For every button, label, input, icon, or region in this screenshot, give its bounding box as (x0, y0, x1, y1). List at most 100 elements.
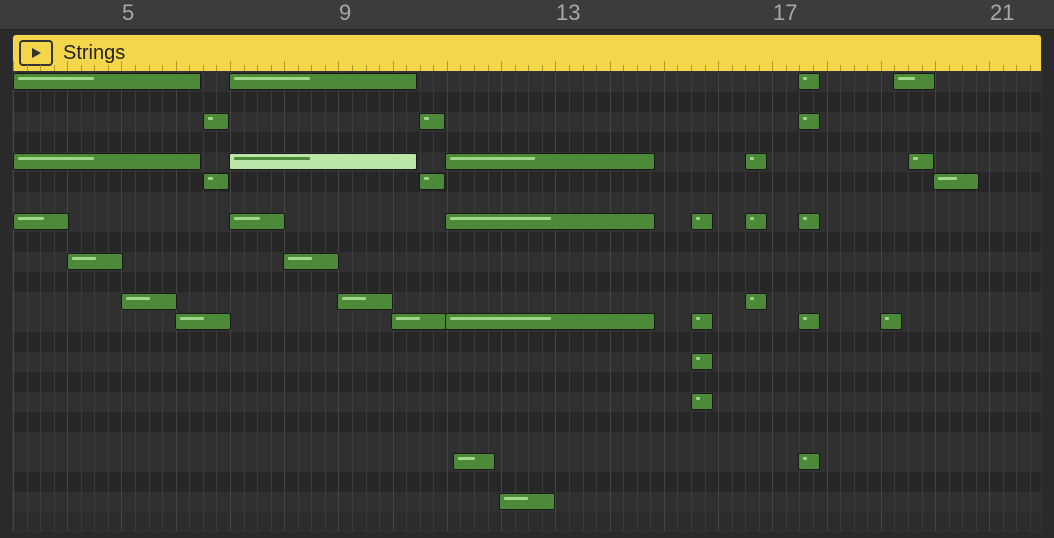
note-velocity-bar (208, 177, 213, 180)
midi-note[interactable] (175, 313, 231, 330)
note-velocity-bar (696, 217, 700, 220)
beat-line (54, 72, 55, 531)
midi-note[interactable] (691, 313, 713, 330)
bar-line (718, 72, 719, 531)
note-velocity-bar (450, 157, 535, 160)
midi-note[interactable] (229, 153, 417, 170)
midi-note[interactable] (908, 153, 934, 170)
piano-roll-row (13, 192, 1041, 212)
beat-line (962, 72, 963, 531)
beat-line (786, 72, 787, 531)
beat-line (271, 72, 272, 531)
bar-line (284, 72, 285, 531)
midi-note[interactable] (67, 253, 123, 270)
beat-line (433, 72, 434, 531)
midi-note[interactable] (745, 293, 767, 310)
midi-note[interactable] (121, 293, 177, 310)
midi-note[interactable] (798, 73, 820, 90)
piano-roll-row (13, 332, 1041, 352)
beat-line (298, 72, 299, 531)
beat-line (949, 72, 950, 531)
midi-note[interactable] (445, 213, 655, 230)
piano-roll-row (13, 272, 1041, 292)
midi-note[interactable] (283, 253, 339, 270)
midi-note[interactable] (13, 213, 69, 230)
midi-note[interactable] (880, 313, 902, 330)
note-velocity-bar (234, 217, 260, 220)
midi-note[interactable] (798, 113, 820, 130)
note-velocity-bar (342, 297, 366, 300)
piano-roll-row (13, 392, 1041, 412)
bar-number: 9 (339, 0, 351, 26)
note-velocity-bar (750, 297, 754, 300)
clip-subdivision-ticks (13, 61, 1041, 71)
note-velocity-bar (126, 297, 150, 300)
note-velocity-bar (803, 117, 807, 120)
note-velocity-bar (18, 217, 44, 220)
beat-line (528, 72, 529, 531)
bar-line (664, 72, 665, 531)
beat-line (677, 72, 678, 531)
midi-note[interactable] (391, 313, 447, 330)
midi-note[interactable] (745, 153, 767, 170)
midi-note[interactable] (798, 213, 820, 230)
midi-note[interactable] (419, 113, 445, 130)
midi-note[interactable] (445, 153, 655, 170)
beat-line (515, 72, 516, 531)
beat-line (257, 72, 258, 531)
midi-note[interactable] (499, 493, 555, 510)
beat-line (311, 72, 312, 531)
midi-note[interactable] (745, 213, 767, 230)
midi-note[interactable] (229, 213, 285, 230)
piano-roll-row (13, 432, 1041, 452)
note-velocity-bar (750, 217, 754, 220)
beat-line (732, 72, 733, 531)
midi-note[interactable] (933, 173, 979, 190)
note-velocity-bar (288, 257, 312, 260)
piano-roll-row (13, 232, 1041, 252)
bar-line (13, 72, 14, 531)
timeline-ruler[interactable]: 5 9 13 17 21 (0, 0, 1054, 30)
midi-note[interactable] (203, 173, 229, 190)
piano-roll-row (13, 92, 1041, 112)
midi-note[interactable] (691, 213, 713, 230)
note-velocity-bar (424, 117, 429, 120)
midi-note[interactable] (13, 73, 201, 90)
clip-header[interactable]: Strings (12, 34, 1042, 72)
midi-note[interactable] (798, 313, 820, 330)
piano-roll-row (13, 252, 1041, 272)
piano-roll-row (13, 412, 1041, 432)
midi-note[interactable] (453, 453, 495, 470)
note-velocity-bar (696, 357, 700, 360)
bar-line (230, 72, 231, 531)
beat-line (840, 72, 841, 531)
note-velocity-bar (803, 77, 807, 80)
piano-roll-row (13, 352, 1041, 372)
beat-line (420, 72, 421, 531)
note-velocity-bar (938, 177, 957, 180)
beat-line (705, 72, 706, 531)
beat-line (596, 72, 597, 531)
note-velocity-bar (180, 317, 204, 320)
midi-note[interactable] (691, 393, 713, 410)
beat-line (203, 72, 204, 531)
piano-roll[interactable] (12, 72, 1042, 532)
piano-roll-row (13, 112, 1041, 132)
beat-line (1003, 72, 1004, 531)
bar-number: 13 (556, 0, 580, 26)
bar-number: 5 (122, 0, 134, 26)
beat-line (569, 72, 570, 531)
midi-note[interactable] (203, 113, 229, 130)
midi-note[interactable] (229, 73, 417, 90)
beat-line (867, 72, 868, 531)
midi-note[interactable] (419, 173, 445, 190)
midi-note[interactable] (445, 313, 655, 330)
midi-note[interactable] (337, 293, 393, 310)
midi-note[interactable] (798, 453, 820, 470)
midi-note[interactable] (893, 73, 935, 90)
midi-note[interactable] (691, 353, 713, 370)
bar-line (555, 72, 556, 531)
beat-line (27, 72, 28, 531)
note-velocity-bar (18, 157, 94, 160)
midi-note[interactable] (13, 153, 201, 170)
